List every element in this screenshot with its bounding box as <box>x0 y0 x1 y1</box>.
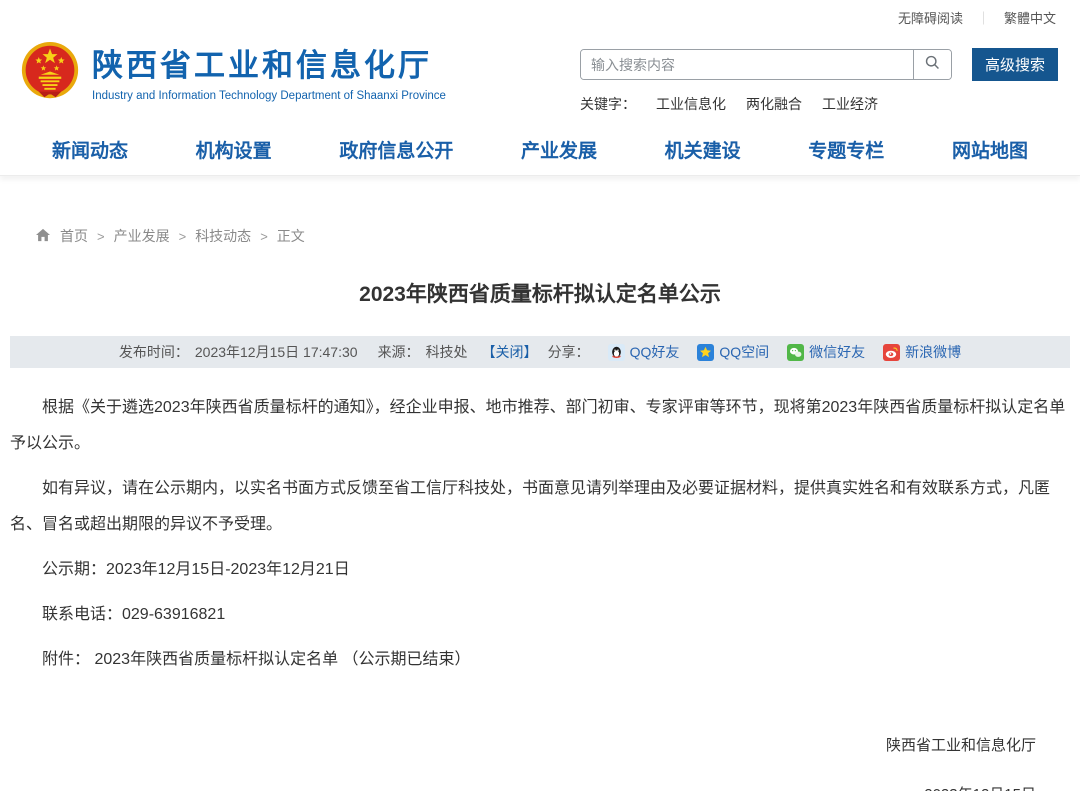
wechat-icon <box>787 344 804 361</box>
share-wechat[interactable]: 微信好友 <box>787 342 865 362</box>
share-wechat-label: 微信好友 <box>809 342 865 362</box>
close-button[interactable]: 【关闭】 <box>482 342 538 362</box>
search-box <box>580 49 952 80</box>
nav-item-sitemap[interactable]: 网站地图 <box>952 136 1028 163</box>
article-title: 2023年陕西省质量标杆拟认定名单公示 <box>10 278 1070 308</box>
search-button[interactable] <box>913 50 951 79</box>
nav-item-news[interactable]: 新闻动态 <box>52 136 128 163</box>
publicity-period-line: 公示期：2023年12月15日-2023年12月21日 <box>10 552 1070 588</box>
breadcrumb-home[interactable]: 首页 <box>60 226 88 246</box>
share-label: 分享： <box>548 342 590 362</box>
article-signature: 陕西省工业和信息化厅 2023年12月15日 <box>10 734 1070 791</box>
main-nav: 新闻动态 机构设置 政府信息公开 产业发展 机关建设 专题专栏 网站地图 <box>0 124 1080 176</box>
breadcrumb-current: 正文 <box>277 226 305 246</box>
weibo-icon <box>883 344 900 361</box>
breadcrumb-industry[interactable]: 产业发展 <box>114 226 170 246</box>
breadcrumb: 首页 > 产业发展 > 科技动态 > 正文 <box>35 226 1070 246</box>
publish-time-label: 发布时间： <box>119 342 189 362</box>
share-weibo-label: 新浪微博 <box>905 342 961 362</box>
attachment-link[interactable]: 2023年陕西省质量标杆拟认定名单 <box>94 651 338 668</box>
nav-item-industry[interactable]: 产业发展 <box>521 136 597 163</box>
keyword-link[interactable]: 两化融合 <box>746 94 802 114</box>
paragraph-basis: 根据《关于遴选2023年陕西省质量标杆的通知》，经企业申报、地市推荐、部门初审、… <box>10 390 1070 462</box>
search-area: 高级搜索 关键字： 工业信息化 两化融合 工业经济 <box>580 40 1058 114</box>
share-qq-friend[interactable]: QQ好友 <box>608 342 680 362</box>
share-qq-friend-label: QQ好友 <box>630 342 680 362</box>
breadcrumb-tech-news[interactable]: 科技动态 <box>195 226 251 246</box>
nav-item-agency[interactable]: 机关建设 <box>665 136 741 163</box>
breadcrumb-separator: > <box>260 229 268 244</box>
keyword-link[interactable]: 工业经济 <box>822 94 878 114</box>
search-input[interactable] <box>581 50 913 79</box>
main-content: 首页 > 产业发展 > 科技动态 > 正文 2023年陕西省质量标杆拟认定名单公… <box>0 226 1080 791</box>
publish-time: 2023年12月15日 17:47:30 <box>195 342 358 362</box>
site-title-english: Industry and Information Technology Depa… <box>92 90 446 102</box>
site-header: 陕西省工业和信息化厅 Industry and Information Tech… <box>0 34 1080 124</box>
top-utility-bar: 无障碍阅读 ｜ 繁體中文 <box>0 0 1080 34</box>
accessibility-link[interactable]: 无障碍阅读 <box>898 8 963 27</box>
attachment-note: （公示期已结束） <box>343 651 471 668</box>
site-brand[interactable]: 陕西省工业和信息化厅 Industry and Information Tech… <box>20 40 446 102</box>
signature-org: 陕西省工业和信息化厅 <box>10 734 1036 755</box>
nav-item-organization[interactable]: 机构设置 <box>196 136 272 163</box>
breadcrumb-separator: > <box>97 229 105 244</box>
breadcrumb-separator: > <box>179 229 187 244</box>
site-title: 陕西省工业和信息化厅 <box>92 40 446 85</box>
article-meta-bar: 发布时间： 2023年12月15日 17:47:30 来源： 科技处 【关闭】 … <box>10 336 1070 368</box>
topbar-separator: ｜ <box>977 8 990 27</box>
attachment-line: 附件： 2023年陕西省质量标杆拟认定名单 （公示期已结束） <box>10 642 1070 678</box>
signature-date: 2023年12月15日 <box>10 783 1036 791</box>
nav-item-gov-info[interactable]: 政府信息公开 <box>339 136 453 163</box>
traditional-chinese-link[interactable]: 繁體中文 <box>1004 8 1056 27</box>
brand-text: 陕西省工业和信息化厅 Industry and Information Tech… <box>92 40 446 102</box>
search-icon <box>924 54 941 76</box>
keyword-link[interactable]: 工业信息化 <box>656 94 726 114</box>
share-weibo[interactable]: 新浪微博 <box>883 342 961 362</box>
keywords-label: 关键字： <box>580 94 636 114</box>
share-qzone-label: QQ空间 <box>719 342 769 362</box>
advanced-search-button[interactable]: 高级搜索 <box>972 48 1058 81</box>
home-icon <box>35 228 51 245</box>
attachment-label: 附件： <box>42 651 90 668</box>
national-emblem-logo <box>20 41 80 101</box>
source-value: 科技处 <box>426 342 468 362</box>
qzone-icon <box>697 344 714 361</box>
article-body: 根据《关于遴选2023年陕西省质量标杆的通知》，经企业申报、地市推荐、部门初审、… <box>10 390 1070 678</box>
nav-item-topics[interactable]: 专题专栏 <box>808 136 884 163</box>
paragraph-objection: 如有异议，请在公示期内，以实名书面方式反馈至省工信厅科技处，书面意见请列举理由及… <box>10 471 1070 543</box>
contact-phone-line: 联系电话：029-63916821 <box>10 597 1070 633</box>
search-keywords: 关键字： 工业信息化 两化融合 工业经济 <box>580 94 1058 114</box>
qq-icon <box>608 344 625 361</box>
source-label: 来源： <box>378 342 420 362</box>
share-qzone[interactable]: QQ空间 <box>697 342 769 362</box>
